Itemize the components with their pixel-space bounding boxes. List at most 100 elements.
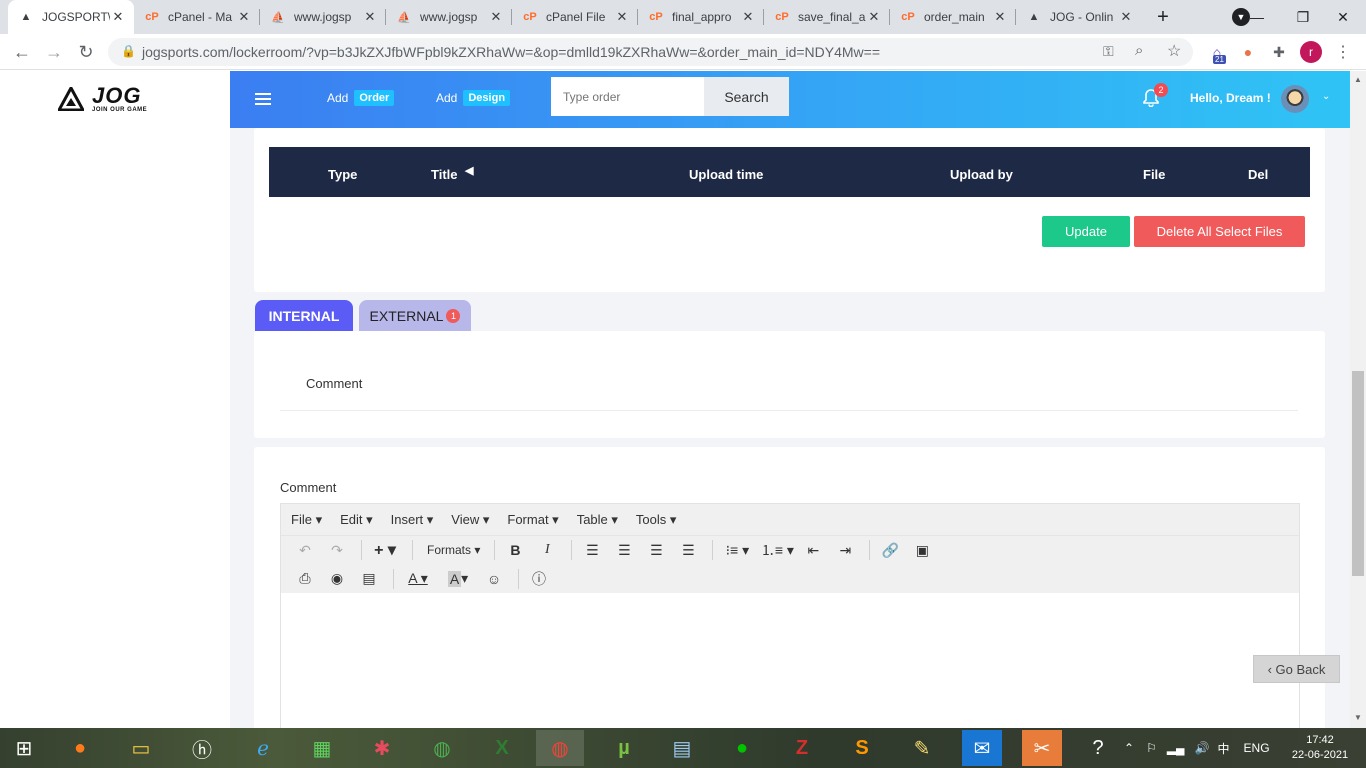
indent-icon[interactable]: ⇥: [831, 538, 859, 562]
column-file[interactable]: File: [1143, 167, 1165, 182]
browser-tab-final-appro[interactable]: cP final_appro ✕: [638, 0, 764, 34]
tray-app-icon[interactable]: ⚐: [1146, 741, 1157, 755]
browser-tab-jog-online[interactable]: ▲ JOG - Onlin ✕: [1016, 0, 1142, 34]
bullet-list-icon[interactable]: ⁝≡ ▾: [719, 538, 755, 562]
internet-explorer-icon[interactable]: ℯ: [239, 730, 287, 766]
hamburger-menu-icon[interactable]: [255, 93, 271, 105]
close-icon[interactable]: ✕: [488, 9, 504, 25]
excel-icon[interactable]: X: [478, 730, 526, 766]
user-avatar[interactable]: [1281, 85, 1309, 113]
clock[interactable]: 17:42 22-06-2021: [1290, 733, 1350, 763]
browser-tab-cpanel[interactable]: cP cPanel - Ma ✕: [134, 0, 260, 34]
emoticon-icon[interactable]: ☺: [480, 567, 508, 591]
line-icon[interactable]: ●: [718, 730, 766, 766]
mail-icon[interactable]: ✉: [962, 730, 1002, 766]
back-arrow-icon[interactable]: ←: [10, 40, 34, 64]
help-circle-icon[interactable]: ?: [1074, 730, 1122, 766]
menu-insert[interactable]: Insert ▾: [391, 512, 434, 528]
menu-tools[interactable]: Tools ▾: [636, 512, 677, 528]
redo-icon[interactable]: ↷: [323, 538, 351, 562]
tool-icon[interactable]: ✂: [1022, 730, 1062, 766]
browser-tab-jogsports[interactable]: ▲ JOGSPORT\ ✕: [8, 0, 134, 34]
minimize-icon[interactable]: —: [1234, 0, 1280, 34]
align-right-icon[interactable]: ☰: [642, 538, 670, 562]
close-icon[interactable]: ✕: [110, 9, 126, 25]
hp-icon[interactable]: ⓗ: [178, 730, 226, 766]
menu-view[interactable]: View ▾: [451, 512, 489, 528]
column-upload-time[interactable]: Upload time: [689, 167, 763, 182]
tray-expand-icon[interactable]: ⌃: [1124, 741, 1134, 755]
caret-left-icon[interactable]: ◀: [465, 164, 473, 177]
search-button[interactable]: Search: [704, 77, 789, 116]
language-indicator[interactable]: ENG: [1244, 741, 1270, 755]
zoom-icon[interactable]: ⌕: [1135, 42, 1143, 59]
background-color-icon[interactable]: A ▾: [440, 567, 476, 591]
add-order-link[interactable]: Add Order: [327, 90, 395, 106]
print-icon[interactable]: ⎙: [291, 567, 319, 591]
utorrent-icon[interactable]: µ: [600, 730, 648, 766]
forward-arrow-icon[interactable]: →: [42, 40, 66, 64]
address-bar[interactable]: 🔒 jogsports.com/lockerroom/?vp=b3JkZXJfb…: [108, 38, 1193, 66]
close-icon[interactable]: ✕: [362, 9, 378, 25]
new-tab-plus-icon[interactable]: +: [1146, 0, 1180, 34]
browser-tab-save-final[interactable]: cP save_final_a ✕: [764, 0, 890, 34]
close-icon[interactable]: ✕: [992, 9, 1008, 25]
menu-file[interactable]: File ▾: [291, 512, 322, 528]
close-icon[interactable]: ✕: [740, 9, 756, 25]
editor-body[interactable]: [281, 596, 1299, 728]
bold-icon[interactable]: B: [501, 538, 529, 562]
media-icon[interactable]: ▤: [355, 567, 383, 591]
bookmark-star-icon[interactable]: ☆: [1167, 41, 1181, 61]
numbered-list-icon[interactable]: ⒈≡ ▾: [759, 538, 795, 562]
add-design-link[interactable]: Add Design: [436, 90, 511, 106]
chevron-down-icon[interactable]: ⌄: [1322, 91, 1330, 102]
image-icon[interactable]: ▣: [908, 538, 936, 562]
preview-eye-icon[interactable]: ◉: [323, 567, 351, 591]
align-center-icon[interactable]: ☰: [610, 538, 638, 562]
menu-format[interactable]: Format ▾: [507, 512, 558, 528]
column-del[interactable]: Del: [1248, 167, 1268, 182]
app-icon[interactable]: ✱: [358, 730, 406, 766]
scrollbar-thumb[interactable]: [1352, 371, 1364, 576]
user-greeting[interactable]: Hello, Dream !: [1190, 91, 1271, 105]
jog-logo[interactable]: JOG JOIN OUR GAME: [58, 85, 147, 113]
browser-tab-cpanel-file[interactable]: cP cPanel File ✕: [512, 0, 638, 34]
browser-tab-phpmyadmin-2[interactable]: ⛵ www.jogsp ✕: [386, 0, 512, 34]
windows-start-icon[interactable]: ⊞: [0, 730, 48, 766]
chrome-active-icon[interactable]: ◍: [536, 730, 584, 766]
reload-icon[interactable]: ↻: [74, 40, 98, 64]
browser-tab-order-main[interactable]: cP order_main ✕: [890, 0, 1016, 34]
paint-icon[interactable]: ✎: [898, 730, 946, 766]
tab-external[interactable]: EXTERNAL 1: [359, 300, 471, 331]
scroll-up-arrow-icon[interactable]: ▲: [1354, 75, 1362, 84]
file-explorer-icon[interactable]: ▭: [117, 730, 165, 766]
column-type[interactable]: Type: [328, 167, 357, 182]
close-icon[interactable]: ✕: [866, 9, 882, 25]
kebab-menu-icon[interactable]: ⋮: [1332, 41, 1354, 63]
chrome-icon[interactable]: ◍: [418, 730, 466, 766]
store-icon[interactable]: ▦: [298, 730, 346, 766]
page-scrollbar[interactable]: ▲ ▼: [1350, 71, 1366, 728]
menu-edit[interactable]: Edit ▾: [340, 512, 373, 528]
link-icon[interactable]: 🔗: [876, 538, 904, 562]
close-icon[interactable]: ✕: [614, 9, 630, 25]
update-button[interactable]: Update: [1042, 216, 1130, 247]
italic-icon[interactable]: I: [533, 538, 561, 562]
align-left-icon[interactable]: ☰: [578, 538, 606, 562]
profile-avatar[interactable]: r: [1300, 41, 1322, 63]
text-color-icon[interactable]: A ▾: [400, 567, 436, 591]
insert-plus-icon[interactable]: + ▾: [368, 538, 402, 562]
puzzle-icon[interactable]: ✚: [1268, 41, 1290, 63]
filezilla-icon[interactable]: Z: [778, 730, 826, 766]
outdent-icon[interactable]: ⇤: [799, 538, 827, 562]
display-settings-icon[interactable]: ▤: [658, 730, 706, 766]
menu-table[interactable]: Table ▾: [577, 512, 618, 528]
browser-tab-phpmyadmin[interactable]: ⛵ www.jogsp ✕: [260, 0, 386, 34]
window-close-icon[interactable]: ✕: [1320, 0, 1366, 34]
delete-all-files-button[interactable]: Delete All Select Files: [1134, 216, 1305, 247]
undo-icon[interactable]: ↶: [291, 538, 319, 562]
go-back-button[interactable]: ‹ Go Back: [1253, 655, 1340, 683]
scroll-down-arrow-icon[interactable]: ▼: [1354, 713, 1362, 722]
tab-internal[interactable]: INTERNAL: [255, 300, 353, 331]
close-icon[interactable]: ✕: [236, 9, 252, 25]
